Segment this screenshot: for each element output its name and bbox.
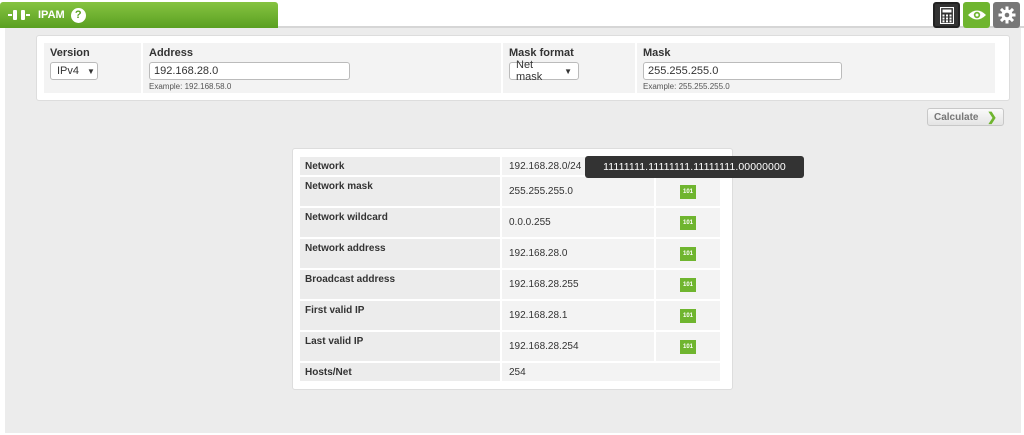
version-field-group: Version IPv4 ▼ [44, 43, 141, 93]
eye-icon[interactable] [963, 2, 990, 28]
address-label: Address [149, 47, 194, 59]
mask-format-select-value: Net mask [516, 59, 543, 83]
version-select[interactable]: IPv4 ▼ [50, 62, 98, 80]
row-label: Network mask [300, 177, 500, 206]
gear-icon[interactable] [993, 2, 1020, 28]
mask-hint: Example: 255.255.255.0 [643, 82, 730, 91]
row-label: Network address [300, 239, 500, 268]
row-value: 192.168.28.254 [502, 332, 654, 361]
table-row: Network mask 255.255.255.0 101 [300, 177, 725, 206]
calculate-button-label: Calculate [934, 111, 979, 123]
row-value: 192.168.28.255 [502, 270, 654, 299]
binary-icon[interactable]: 101 [680, 215, 696, 230]
row-label: Broadcast address [300, 270, 500, 299]
binary-icon[interactable]: 101 [680, 184, 696, 199]
row-label: Network wildcard [300, 208, 500, 237]
row-value: 254 [502, 363, 720, 381]
table-row: Broadcast address 192.168.28.255 101 [300, 270, 725, 299]
row-label: First valid IP [300, 301, 500, 330]
help-icon[interactable]: ? [70, 7, 86, 23]
binary-icon[interactable]: 101 [680, 246, 696, 261]
mask-field-group: Mask 255.255.255.0 Example: 255.255.255.… [637, 43, 995, 93]
chevron-down-icon: ▼ [564, 66, 572, 76]
row-label: Last valid IP [300, 332, 500, 361]
mask-format-select[interactable]: Net mask ▼ [509, 59, 579, 83]
top-bar: IPAM ? [0, 0, 1024, 28]
table-row: Last valid IP 192.168.28.254 101 [300, 332, 725, 361]
address-hint: Example: 192.168.58.0 [149, 82, 232, 91]
table-row: Network address 192.168.28.0 101 [300, 239, 725, 268]
row-value: 192.168.28.1 [502, 301, 654, 330]
table-row: Network wildcard 0.0.0.255 101 [300, 208, 725, 237]
table-row: Hosts/Net 254 [300, 363, 725, 381]
version-label: Version [50, 47, 90, 59]
mask-format-label: Mask format [509, 47, 574, 59]
mask-input[interactable]: 255.255.255.0 [643, 62, 842, 80]
address-field-group: Address 192.168.28.0 Example: 192.168.58… [143, 43, 501, 93]
chevron-right-icon: ❯ [986, 110, 997, 124]
row-label: Hosts/Net [300, 363, 500, 381]
results-table: Network 192.168.28.0/24 Network mask 255… [292, 148, 733, 390]
row-label: Network [300, 157, 500, 175]
mask-format-field-group: Mask format Net mask ▼ [503, 43, 635, 93]
address-input[interactable]: 192.168.28.0 [149, 62, 350, 80]
ipam-tab[interactable]: IPAM ? [0, 2, 278, 28]
row-value: 0.0.0.255 [502, 208, 654, 237]
chevron-down-icon: ▼ [87, 66, 95, 76]
page-title: IPAM [38, 9, 65, 21]
row-value: 255.255.255.0 [502, 177, 654, 206]
calculator-icon[interactable] [933, 2, 960, 28]
row-value: 192.168.28.0 [502, 239, 654, 268]
binary-tooltip: 11111111.11111111.11111111.00000000 [585, 156, 804, 178]
mask-label: Mask [643, 47, 671, 59]
calculate-button[interactable]: Calculate ❯ [927, 108, 1004, 126]
binary-icon[interactable]: 101 [680, 308, 696, 323]
binary-icon[interactable]: 101 [680, 277, 696, 292]
main-content: Version IPv4 ▼ Address 192.168.28.0 Exam… [5, 28, 1021, 433]
binary-icon[interactable]: 101 [680, 339, 696, 354]
version-select-value: IPv4 [57, 65, 80, 77]
calculator-form: Version IPv4 ▼ Address 192.168.28.0 Exam… [36, 35, 1010, 101]
plug-icon [8, 7, 30, 23]
table-row: First valid IP 192.168.28.1 101 [300, 301, 725, 330]
